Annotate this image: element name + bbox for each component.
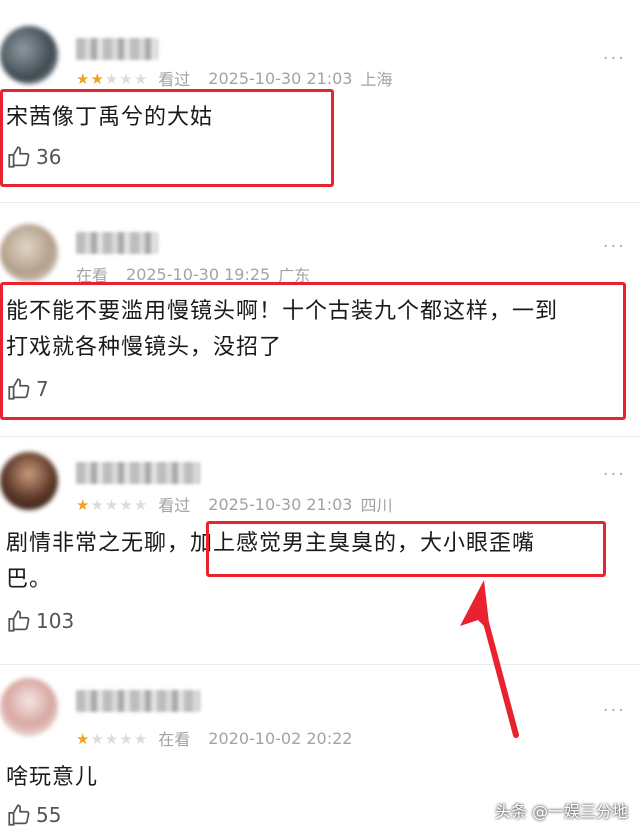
- annotation-arrow: [460, 580, 519, 738]
- watermark: 头条 @一娱三分地: [494, 802, 628, 821]
- arrow-shaft: [477, 597, 519, 738]
